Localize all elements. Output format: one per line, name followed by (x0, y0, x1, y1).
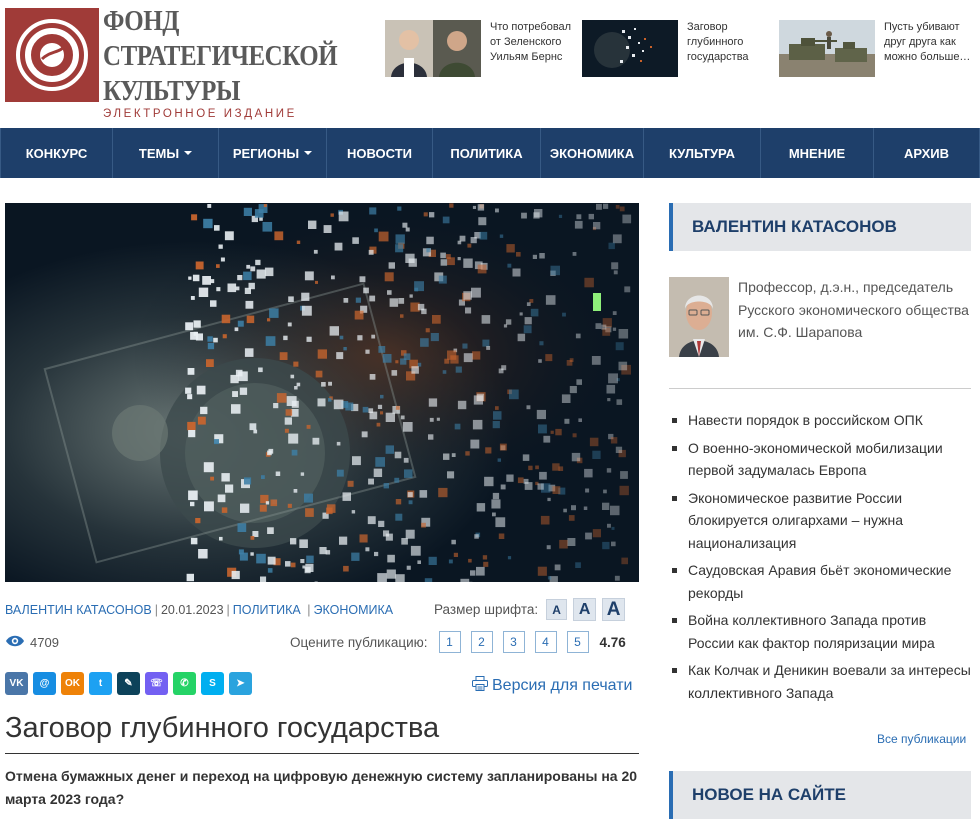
sidebar-article-link[interactable]: Война коллективного Запада против России… (669, 609, 971, 654)
nav-item-novosti[interactable]: НОВОСТИ (327, 128, 433, 178)
teaser-text[interactable]: Заговор глубинного государства (687, 20, 777, 77)
sidebar-article-link[interactable]: О военно-экономической мобилизации перво… (669, 437, 971, 482)
author-link[interactable]: ВАЛЕНТИН КАТАСОНОВ (5, 603, 152, 617)
view-counter: 4709 (5, 634, 59, 651)
font-size-control: Размер шрифта: A A A (434, 598, 626, 621)
logo-title[interactable]: ФОНД СТРАТЕГИЧЕСКОЙ КУЛЬТУРЫ (103, 4, 338, 109)
all-publications-link[interactable]: Все публикации (877, 732, 966, 746)
font-size-large-button[interactable]: A (602, 598, 626, 621)
nav-item-kultura[interactable]: КУЛЬТУРА (644, 128, 761, 178)
article-main-image (5, 203, 639, 582)
teaser-text[interactable]: Пусть убивают друг друга как можно больш… (884, 20, 974, 77)
rate-button-3[interactable]: 3 (502, 631, 525, 653)
printer-icon (472, 676, 488, 696)
view-count: 4709 (30, 635, 59, 650)
rating-control: Оцените публикацию: 1 2 3 4 5 4.76 (290, 631, 626, 653)
chevron-down-icon (184, 151, 193, 155)
logo-subtitle: ЭЛЕКТРОННОЕ ИЗДАНИЕ (103, 108, 297, 120)
rate-button-5[interactable]: 5 (566, 631, 589, 653)
sidebar-article-link[interactable]: Как Колчак и Деникин воевали за интересы… (669, 659, 971, 704)
font-size-small-button[interactable]: A (546, 599, 568, 620)
odnoklassniki-icon[interactable]: OK (61, 672, 84, 695)
author-heading[interactable]: ВАЛЕНТИН КАТАСОНОВ (669, 203, 971, 251)
category-link[interactable]: ПОЛИТИКА (233, 603, 301, 617)
teaser-item[interactable]: Пусть убивают друг друга как можно больш… (779, 20, 974, 77)
whatsapp-icon[interactable]: ✆ (173, 672, 196, 695)
category-link[interactable]: ЭКОНОМИКА (314, 603, 394, 617)
nav-item-mnenie[interactable]: МНЕНИЕ (761, 128, 874, 178)
logo-icon[interactable] (5, 8, 99, 102)
article-lead: Отмена бумажных денег и переход на цифро… (5, 768, 638, 807)
teaser-item[interactable]: Заговор глубинного государства (582, 20, 777, 77)
new-on-site-heading: НОВОЕ НА САЙТЕ (669, 771, 971, 819)
share-buttons: VK @ OK t ✎ ☏ ✆ S ➤ (5, 672, 257, 695)
sidebar-article-link[interactable]: Саудовская Аравия бьёт экономические рек… (669, 559, 971, 604)
article-title: Заговор глубинного государства (5, 712, 639, 754)
teaser-text[interactable]: Что потребовал от Зеленского Уильям Берн… (490, 20, 580, 77)
mail-icon[interactable]: @ (33, 672, 56, 695)
font-size-label: Размер шрифта: (434, 602, 539, 617)
rating-average: 4.76 (599, 634, 626, 650)
skype-icon[interactable]: S (201, 672, 224, 695)
print-version-link[interactable]: Версия для печати (472, 676, 632, 696)
font-size-medium-button[interactable]: A (573, 598, 597, 621)
nav-item-regiony[interactable]: РЕГИОНЫ (219, 128, 327, 178)
publish-date: 20.01.2023 (160, 603, 224, 617)
article-meta: ВАЛЕНТИН КАТАСОНОВ | 20.01.2023 | ПОЛИТИКА |… (5, 603, 394, 617)
vk-icon[interactable]: VK (5, 672, 28, 695)
teaser-item[interactable]: Что потребовал от Зеленского Уильям Берн… (385, 20, 580, 77)
nav-item-arkhiv[interactable]: АРХИВ (874, 128, 980, 178)
twitter-icon[interactable]: t (89, 672, 112, 695)
author-photo[interactable] (669, 277, 729, 357)
sidebar-article-link[interactable]: Навести порядок в российском ОПК (669, 409, 971, 432)
teaser-thumbnail[interactable] (582, 20, 678, 77)
rate-button-1[interactable]: 1 (438, 631, 461, 653)
viber-icon[interactable]: ☏ (145, 672, 168, 695)
teaser-thumbnail[interactable] (779, 20, 875, 77)
nav-item-temy[interactable]: ТЕМЫ (113, 128, 219, 178)
sidebar-article-link[interactable]: Экономическое развитие России блокируетс… (669, 487, 971, 555)
chevron-down-icon (304, 151, 313, 155)
author-articles-list: Навести порядок в российском ОПК О военно… (669, 409, 971, 709)
nav-item-politika[interactable]: ПОЛИТИКА (433, 128, 541, 178)
nav-item-ekonomika[interactable]: ЭКОНОМИКА (541, 128, 644, 178)
telegram-icon[interactable]: ➤ (229, 672, 252, 695)
site-header: ФОНД СТРАТЕГИЧЕСКОЙ КУЛЬТУРЫ ЭЛЕКТРОННОЕ… (0, 0, 980, 128)
nav-item-konkurs[interactable]: КОНКУРС (0, 128, 113, 178)
divider (669, 388, 971, 389)
rate-button-4[interactable]: 4 (534, 631, 557, 653)
rating-label: Оцените публикацию: (290, 634, 428, 650)
main-navigation: КОНКУРС ТЕМЫ РЕГИОНЫ НОВОСТИ ПОЛИТИКА ЭК… (0, 128, 980, 178)
teaser-thumbnail[interactable] (385, 20, 481, 77)
rate-button-2[interactable]: 2 (470, 631, 493, 653)
eye-icon (5, 634, 25, 651)
livejournal-icon[interactable]: ✎ (117, 672, 140, 695)
author-description: Профессор, д.э.н., председатель Русского… (738, 279, 969, 340)
